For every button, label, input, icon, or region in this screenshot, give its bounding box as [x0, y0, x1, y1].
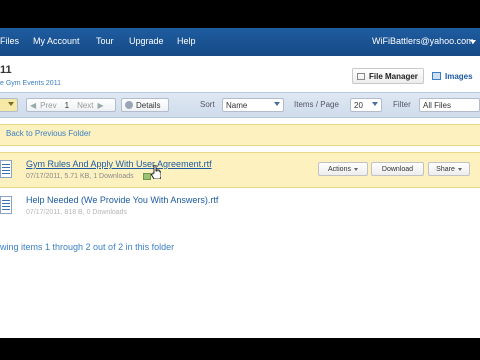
prev-page-button[interactable]: Prev	[40, 101, 56, 110]
file-toolbar: ◀ Prev 1 Next ▶ Details Sort Name Items …	[0, 92, 480, 118]
file-row[interactable]: Help Needed (We Provide You With Answers…	[0, 189, 480, 223]
sort-label: Sort	[200, 100, 215, 109]
lock-icon	[143, 173, 151, 180]
file-meta: 07/17/2011, 818 B, 0 Downloads	[26, 209, 128, 216]
next-page-button[interactable]: Next	[77, 101, 93, 110]
top-navigation-bar: Files My Account Tour Upgrade Help WiFiB…	[0, 28, 480, 56]
breadcrumb[interactable]: e Gym Events 2011	[0, 80, 61, 87]
download-button[interactable]: Download	[371, 162, 424, 176]
chevron-down-icon	[274, 102, 280, 106]
select-all-dropdown[interactable]	[0, 98, 18, 112]
chevron-left-icon[interactable]: ◀	[30, 101, 36, 110]
nav-tour[interactable]: Tour	[96, 36, 114, 46]
sort-select[interactable]: Name	[222, 98, 284, 112]
image-icon	[432, 72, 441, 80]
images-button[interactable]: Images	[428, 68, 480, 84]
hand-cursor-icon	[151, 165, 161, 179]
file-manager-button[interactable]: File Manager	[352, 68, 424, 84]
page-number[interactable]: 1	[65, 101, 69, 110]
nav-upgrade[interactable]: Upgrade	[129, 36, 164, 46]
file-row[interactable]: Gym Rules And Apply With User Agreement.…	[0, 152, 480, 188]
items-per-page-select[interactable]: 20	[350, 98, 382, 112]
items-per-page-label: Items / Page	[294, 100, 339, 109]
grid-icon	[357, 72, 365, 80]
document-icon	[0, 160, 12, 178]
filter-select[interactable]: All Files	[419, 98, 480, 112]
file-meta: 07/17/2011, 5.71 KB, 1 Downloads	[26, 173, 134, 180]
browser-viewport: Files My Account Tour Upgrade Help WiFiB…	[0, 28, 480, 338]
file-name-link[interactable]: Help Needed (We Provide You With Answers…	[26, 195, 218, 205]
nav-files[interactable]: Files	[0, 36, 19, 46]
user-email-menu[interactable]: WiFiBattlers@yahoo.com	[372, 36, 474, 46]
chevron-down-icon	[457, 167, 462, 171]
file-name-link[interactable]: Gym Rules And Apply With User Agreement.…	[26, 159, 212, 169]
chevron-down-icon	[353, 167, 358, 171]
pagination-control: ◀ Prev 1 Next ▶	[26, 98, 116, 112]
details-button[interactable]: Details	[121, 98, 169, 112]
back-to-previous-folder-bar[interactable]: Back to Previous Folder	[0, 124, 480, 146]
chevron-right-icon[interactable]: ▶	[98, 101, 104, 110]
details-icon	[125, 101, 133, 109]
filter-label: Filter	[393, 100, 411, 109]
document-icon	[0, 196, 12, 214]
nav-my-account[interactable]: My Account	[33, 36, 80, 46]
actions-button[interactable]: Actions	[318, 162, 368, 176]
nav-help[interactable]: Help	[177, 36, 196, 46]
chevron-down-icon	[372, 102, 378, 106]
folder-title: 11	[0, 64, 12, 76]
chevron-down-icon[interactable]	[470, 40, 476, 44]
back-link[interactable]: Back to Previous Folder	[6, 129, 91, 138]
share-button[interactable]: Share	[428, 162, 470, 176]
pagination-status: wing items 1 through 2 out of 2 in this …	[0, 242, 175, 252]
